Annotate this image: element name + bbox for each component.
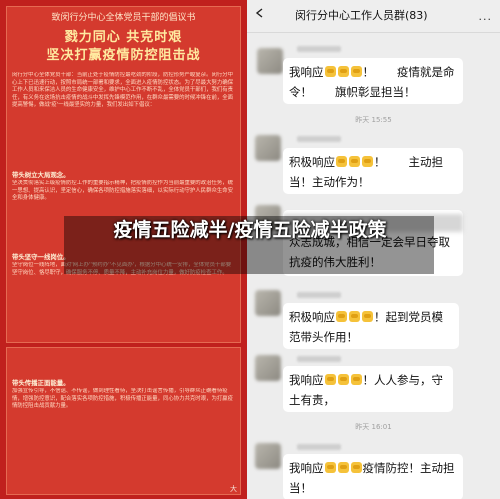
message-text: 我响应 bbox=[289, 461, 324, 475]
message-text: 我响应 bbox=[289, 65, 324, 79]
poster-intro-paragraph: 闵行分中心全体党员干部：当前正处于疫情防控最吃劲的阶段，防控形势严峻复杂。闵行分… bbox=[12, 72, 234, 109]
message-text: 积极响应 bbox=[289, 310, 335, 324]
avatar[interactable] bbox=[255, 443, 281, 469]
thumbs-up-icon bbox=[324, 374, 336, 385]
chat-message-4[interactable]: 积极响应 ！起到党员模范带头作用！ bbox=[283, 303, 459, 349]
overlay-caption: 疫情五险减半/疫情五险减半政策 bbox=[113, 219, 387, 241]
chat-message-6[interactable]: 我响应 疫情防控！主动担当！ bbox=[283, 454, 463, 499]
chat-message-1[interactable]: 我响应！ 疫情就是命令！ 旗帜彰显担当！ bbox=[283, 58, 463, 104]
timestamp: 昨天 16:01 bbox=[355, 423, 392, 431]
avatar[interactable] bbox=[257, 48, 283, 74]
thumbs-up-icon bbox=[337, 374, 349, 385]
sender-name bbox=[297, 136, 341, 142]
more-options-icon[interactable]: ... bbox=[479, 10, 493, 23]
chat-message-2[interactable]: 积极响应！ 主动担当！主动作为！ bbox=[283, 148, 463, 194]
thumbs-up-icon bbox=[350, 462, 362, 473]
poster-title: 致闵行分中心全体党员干部的倡议书 bbox=[51, 13, 196, 23]
thumbs-up-icon bbox=[350, 374, 362, 385]
thumbs-up-icon bbox=[362, 311, 373, 322]
chat-header: 闵行分中心工作人员群(83) ... bbox=[247, 0, 500, 33]
poster-heading-3: 带头传播正面能量。 bbox=[12, 379, 70, 387]
avatar[interactable] bbox=[255, 135, 281, 161]
thumbs-up-icon bbox=[349, 311, 360, 322]
thumbs-up-icon bbox=[362, 156, 373, 167]
thumbs-up-icon bbox=[349, 156, 360, 167]
message-text: 积极响应 bbox=[289, 155, 335, 169]
poster-heading-2: 带头坚守一线岗位。 bbox=[12, 253, 70, 261]
poster-signature: 大 bbox=[230, 485, 237, 493]
chat-title: 闵行分中心工作人员群(83) bbox=[295, 9, 428, 22]
back-arrow-icon[interactable] bbox=[255, 8, 265, 18]
sender-name bbox=[297, 356, 341, 362]
sender-name bbox=[297, 444, 341, 450]
chat-message-5[interactable]: 我响应 ！人人参与，守土有责， bbox=[283, 366, 453, 412]
thumbs-up-icon bbox=[337, 66, 349, 77]
thumbs-up-icon bbox=[336, 311, 347, 322]
avatar[interactable] bbox=[255, 355, 281, 381]
sender-name bbox=[297, 46, 341, 52]
thumbs-up-icon bbox=[324, 462, 336, 473]
avatar[interactable] bbox=[255, 290, 281, 316]
thumbs-up-icon bbox=[324, 66, 336, 77]
thumbs-up-icon bbox=[350, 66, 362, 77]
thumbs-up-icon bbox=[337, 462, 349, 473]
thumbs-up-icon bbox=[336, 156, 347, 167]
sender-name bbox=[297, 292, 341, 298]
message-text: 我响应 bbox=[289, 373, 324, 387]
poster-heading-1: 带头树立大局观念。 bbox=[12, 171, 70, 179]
poster-slogan-line2: 坚决打赢疫情防控阻击战 bbox=[46, 48, 201, 63]
poster-slogan-line1: 戮力同心 共克时艰 bbox=[64, 30, 183, 45]
timestamp: 昨天 15:55 bbox=[355, 116, 392, 124]
poster-paragraph-3: 加强宣传引导，不信谣、不传谣，做到理性看待，坚决打击谣言传播，引导群众正确看待疫… bbox=[12, 388, 234, 410]
